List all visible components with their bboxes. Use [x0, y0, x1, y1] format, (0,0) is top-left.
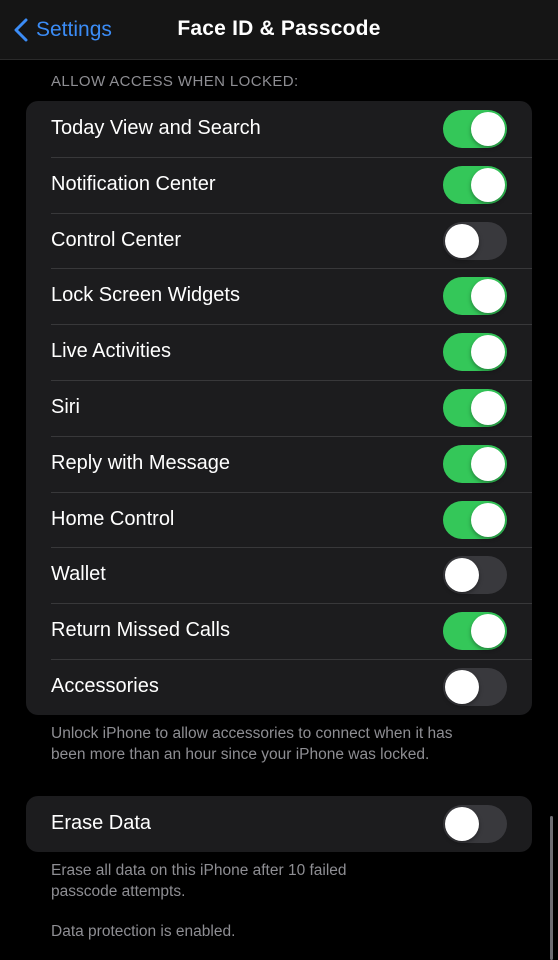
toggle-knob: [471, 502, 505, 537]
row-label: Accessories: [51, 674, 159, 697]
settings-row-wallet: Wallet: [26, 547, 532, 603]
accessories-footer-note: Unlock iPhone to allow accessories to co…: [51, 724, 521, 765]
settings-row-erase-data: Erase Data: [26, 796, 532, 852]
toggle-knob: [471, 390, 505, 425]
toggle-knob: [471, 167, 505, 202]
scroll-indicator[interactable]: [550, 816, 553, 960]
row-label: Notification Center: [51, 172, 216, 195]
settings-row-return-missed-calls: Return Missed Calls: [26, 603, 532, 659]
toggle-knob: [471, 112, 505, 146]
today-view-and-search-toggle[interactable]: [443, 110, 507, 148]
erase-data-footer-note: Erase all data on this iPhone after 10 f…: [51, 861, 521, 902]
row-label: Control Center: [51, 228, 182, 251]
erase-footer-line-1: Erase all data on this iPhone after 10 f…: [51, 862, 347, 879]
toggle-knob: [445, 807, 479, 841]
settings-row-siri: Siri: [26, 379, 532, 436]
erase-data-group: Erase Data: [26, 796, 532, 852]
settings-row-lock-screen-widgets: Lock Screen Widgets: [26, 268, 532, 324]
lock-screen-widgets-toggle[interactable]: [443, 277, 507, 316]
accessories-toggle[interactable]: [443, 667, 507, 706]
row-label: Lock Screen Widgets: [51, 284, 240, 307]
settings-row-control-center: Control Center: [26, 212, 532, 269]
settings-row-today-view-and-search: Today View and Search: [26, 101, 532, 157]
row-label: Home Control: [51, 507, 175, 530]
section-header-allow-access: ALLOW ACCESS WHEN LOCKED:: [51, 73, 299, 90]
data-protection-note: Data protection is enabled.: [51, 923, 236, 940]
notification-center-toggle[interactable]: [443, 165, 507, 204]
erase-footer-line-2: passcode attempts.: [51, 882, 186, 900]
row-label: Siri: [51, 395, 80, 418]
wallet-toggle[interactable]: [443, 556, 507, 595]
row-label: Erase Data: [51, 812, 152, 834]
toggle-knob: [471, 446, 505, 481]
row-label: Wallet: [51, 563, 106, 586]
toggle-knob: [445, 223, 479, 258]
toggle-knob: [471, 614, 505, 649]
erase-data-toggle[interactable]: [443, 805, 507, 843]
accessories-footer-line-2: been more than an hour since your iPhone…: [51, 745, 430, 763]
settings-row-notification-center: Notification Center: [26, 156, 532, 213]
allow-access-group: Today View and Search Notification Center…: [26, 101, 532, 715]
return-missed-calls-toggle[interactable]: [443, 612, 507, 651]
settings-row-accessories: Accessories: [26, 658, 532, 715]
settings-row-live-activities: Live Activities: [26, 324, 532, 380]
siri-toggle[interactable]: [443, 388, 507, 427]
toggle-knob: [471, 335, 505, 370]
home-control-toggle[interactable]: [443, 500, 507, 539]
settings-row-reply-with-message: Reply with Message: [26, 435, 532, 492]
live-activities-toggle[interactable]: [443, 333, 507, 372]
row-label: Return Missed Calls: [51, 619, 230, 642]
page-title: Face ID & Passcode: [177, 17, 381, 40]
toggle-knob: [445, 558, 479, 593]
accessories-footer-line-1: Unlock iPhone to allow accessories to co…: [51, 725, 453, 742]
reply-with-message-toggle[interactable]: [443, 444, 507, 483]
toggle-knob: [471, 279, 505, 314]
row-label: Live Activities: [51, 340, 172, 363]
toggle-knob: [445, 669, 479, 704]
navigation-bar: Settings Face ID & Passcode: [0, 0, 558, 60]
settings-row-home-control: Home Control: [26, 491, 532, 548]
control-center-toggle[interactable]: [443, 221, 507, 260]
row-label: Today View and Search: [51, 117, 261, 139]
row-label: Reply with Message: [51, 451, 230, 474]
